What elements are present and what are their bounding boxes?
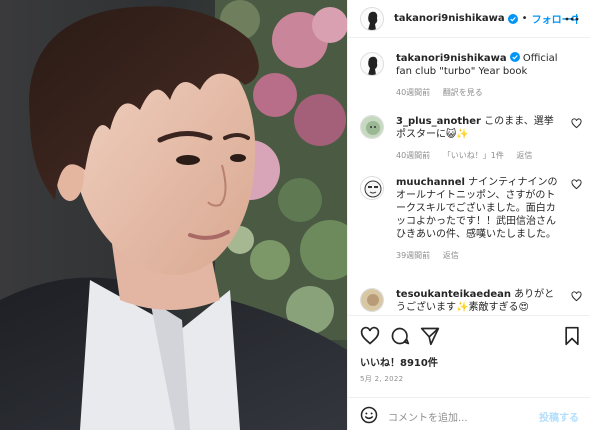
post-date[interactable]: 5月 2, 2022 [360,374,403,384]
comment-time[interactable]: 39週間前 [396,251,430,260]
verified-badge-icon [507,13,518,24]
avatar-image [361,289,383,311]
caption-username[interactable]: takanori9nishikawa [396,53,507,64]
comment-username[interactable]: 3_plus_another [396,116,481,127]
emoji-icon[interactable] [360,406,378,424]
avatar-image [361,116,383,138]
likes-count[interactable]: いいね！8910件 [360,354,438,369]
avatar-image [361,177,383,199]
comment-body: muuchannel ナインティナインのオールナイトニッポン、さすがのトークスキ… [396,176,562,262]
header-separator: • [521,13,528,24]
reply-link[interactable]: 返信 [443,251,459,260]
like-heart-icon[interactable] [360,326,380,346]
comment-meta: 40週間前 「いいね！」1件 返信 [396,149,562,162]
avatar-image [361,53,383,75]
post-header: takanori9nishikawa • フォロー中 [348,0,590,38]
caption-time[interactable]: 40週間前 [396,88,430,97]
post-photo[interactable] [0,0,347,430]
post-comment-button[interactable]: 投稿する [539,409,579,424]
action-bar [348,315,590,355]
commenter-avatar[interactable] [360,176,384,200]
comment-username[interactable]: muuchannel [396,177,465,188]
comment-username[interactable]: tesoukanteikaedean [396,289,511,300]
post-side-panel: takanori9nishikawa • フォロー中 takanori9nish… [347,0,590,430]
heart-icon[interactable] [571,118,582,129]
share-icon[interactable] [420,326,440,346]
comment-meta: 39週間前 返信 [396,249,562,262]
portrait-image [0,0,347,430]
bookmark-icon[interactable] [562,326,582,346]
heart-icon[interactable] [571,179,582,190]
caption-avatar[interactable] [360,52,384,76]
comment-body: 3_plus_another このまま、選挙ポスターに😺✨ 40週間前 「いいね… [396,115,562,162]
author-username[interactable]: takanori9nishikawa [394,13,505,24]
comment-likes[interactable]: 「いいね！」1件 [443,151,504,160]
caption-meta: 40週間前 翻訳を見る [396,86,562,99]
comment-icon[interactable] [390,326,410,346]
comment-time[interactable]: 40週間前 [396,151,430,160]
more-horizontal-icon[interactable] [565,12,579,26]
comments-list[interactable]: takanori9nishikawa Official fan club "tu… [348,38,590,315]
add-comment-bar: コメントを追加... 投稿する [348,397,590,430]
avatar-image [361,7,383,30]
author-avatar[interactable] [360,6,384,31]
comment-input[interactable]: コメントを追加... [388,409,468,424]
comment-body: tesoukanteikaedean ありがとうございます✨素敵すぎる😍 [396,288,562,314]
commenter-avatar[interactable] [360,288,384,312]
heart-icon[interactable] [571,291,582,302]
instagram-post: takanori9nishikawa • フォロー中 takanori9nish… [0,0,590,430]
translate-link[interactable]: 翻訳を見る [443,88,483,97]
caption-body: takanori9nishikawa Official fan club "tu… [396,52,562,99]
verified-badge-icon [509,52,520,62]
reply-link[interactable]: 返信 [516,151,532,160]
commenter-avatar[interactable] [360,115,384,139]
